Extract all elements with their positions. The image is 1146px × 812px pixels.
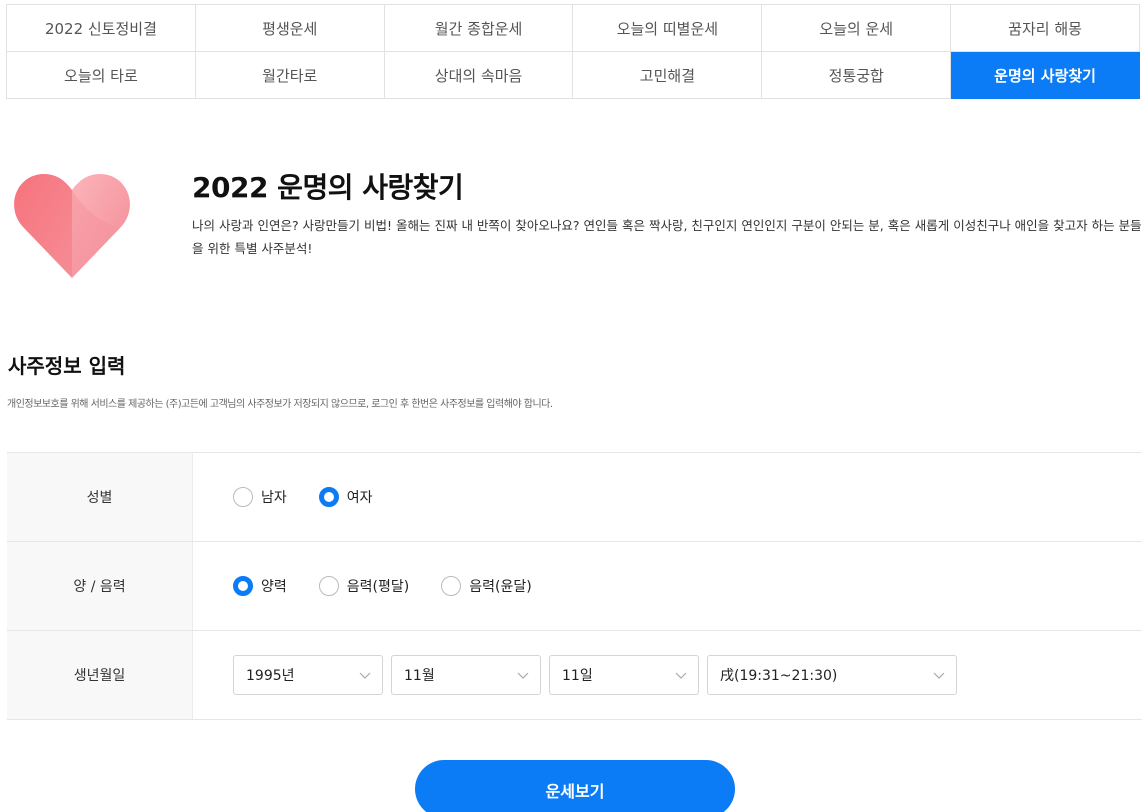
section-title: 사주정보 입력 bbox=[8, 354, 126, 378]
privacy-note: 개인정보보호를 위해 서비스를 제공하는 (주)고든에 고객님의 사주정보가 저… bbox=[7, 399, 553, 410]
tab-sintojeongbigyeol[interactable]: 2022 신토정비결 bbox=[7, 5, 196, 52]
tab-today-tarot[interactable]: 오늘의 타로 bbox=[7, 52, 196, 99]
radio-circle bbox=[318, 576, 339, 596]
intro-description: 나의 사랑과 인연은? 사랑만들기 비법! 올해는 진짜 내 반쪽이 찾아오나요… bbox=[192, 218, 1142, 256]
tab-partner-mind[interactable]: 상대의 속마음 bbox=[384, 52, 574, 99]
tab-monthly-fortune[interactable]: 월간 종합운세 bbox=[384, 5, 574, 52]
calendar-label: 양 / 음력 bbox=[7, 542, 193, 630]
heart-icon bbox=[14, 174, 130, 278]
radio-circle-checked bbox=[318, 487, 339, 507]
month-select[interactable]: 11월 bbox=[391, 655, 541, 695]
chevron-down-icon bbox=[359, 672, 371, 679]
tab-row-2: 오늘의 타로 월간타로 상대의 속마음 고민해결 정통궁합 운명의 사랑찾기 bbox=[7, 52, 1140, 99]
gender-male-radio[interactable]: 남자 bbox=[233, 487, 287, 507]
radio-label: 음력(평달) bbox=[346, 579, 410, 595]
category-tabs: 2022 신토정비결 평생운세 월간 종합운세 오늘의 띠별운세 오늘의 운세 … bbox=[6, 4, 1140, 99]
tab-dream-interpretation[interactable]: 꿈자리 해몽 bbox=[951, 5, 1140, 52]
radio-label: 음력(윤달) bbox=[469, 579, 532, 595]
tab-row-1: 2022 신토정비결 평생운세 월간 종합운세 오늘의 띠별운세 오늘의 운세 … bbox=[7, 5, 1140, 52]
chevron-down-icon bbox=[933, 672, 945, 679]
day-select[interactable]: 11일 bbox=[549, 655, 699, 695]
radio-circle-checked bbox=[233, 576, 253, 596]
time-value: 戌(19:31~21:30) bbox=[720, 668, 838, 684]
saju-form: 성별 남자 여자 양 / 음력 양력 음력(평달) 음력(윤달) 생년월일 19… bbox=[7, 452, 1142, 720]
month-value: 11월 bbox=[404, 668, 435, 684]
radio-label: 남자 bbox=[261, 490, 287, 506]
chevron-down-icon bbox=[675, 672, 687, 679]
gender-label: 성별 bbox=[7, 453, 193, 541]
radio-label: 양력 bbox=[261, 579, 287, 595]
day-value: 11일 bbox=[562, 668, 593, 684]
gender-row: 성별 남자 여자 bbox=[7, 453, 1142, 542]
tab-compatibility[interactable]: 정통궁합 bbox=[762, 52, 952, 99]
radio-label: 여자 bbox=[346, 490, 373, 506]
year-select[interactable]: 1995년 bbox=[233, 655, 383, 695]
calendar-row: 양 / 음력 양력 음력(평달) 음력(윤달) bbox=[7, 542, 1142, 631]
radio-circle bbox=[233, 487, 253, 507]
birth-row: 생년월일 1995년 11월 11일 戌(19:31~21:30) bbox=[7, 631, 1142, 720]
birth-label: 생년월일 bbox=[7, 631, 193, 719]
solar-radio[interactable]: 양력 bbox=[233, 576, 287, 596]
tab-find-love[interactable]: 운명의 사랑찾기 bbox=[951, 52, 1140, 99]
radio-circle bbox=[441, 576, 462, 596]
tab-monthly-tarot[interactable]: 월간타로 bbox=[195, 52, 385, 99]
gender-female-radio[interactable]: 여자 bbox=[318, 487, 373, 507]
view-fortune-button[interactable]: 운세보기 bbox=[415, 760, 735, 812]
year-value: 1995년 bbox=[246, 668, 295, 684]
gender-options: 남자 여자 bbox=[193, 453, 1142, 541]
birth-selects: 1995년 11월 11일 戌(19:31~21:30) bbox=[193, 631, 1142, 719]
tab-zodiac-fortune[interactable]: 오늘의 띠별운세 bbox=[573, 5, 763, 52]
tab-today-fortune[interactable]: 오늘의 운세 bbox=[762, 5, 952, 52]
tab-problem-solving[interactable]: 고민해결 bbox=[573, 52, 763, 99]
intro-title: 2022 운명의 사랑찾기 bbox=[192, 171, 464, 204]
time-select[interactable]: 戌(19:31~21:30) bbox=[707, 655, 957, 695]
calendar-options: 양력 음력(평달) 음력(윤달) bbox=[193, 542, 1142, 630]
chevron-down-icon bbox=[517, 672, 529, 679]
lunar-normal-radio[interactable]: 음력(평달) bbox=[318, 576, 410, 596]
tab-lifetime-fortune[interactable]: 평생운세 bbox=[195, 5, 385, 52]
lunar-leap-radio[interactable]: 음력(윤달) bbox=[441, 576, 532, 596]
